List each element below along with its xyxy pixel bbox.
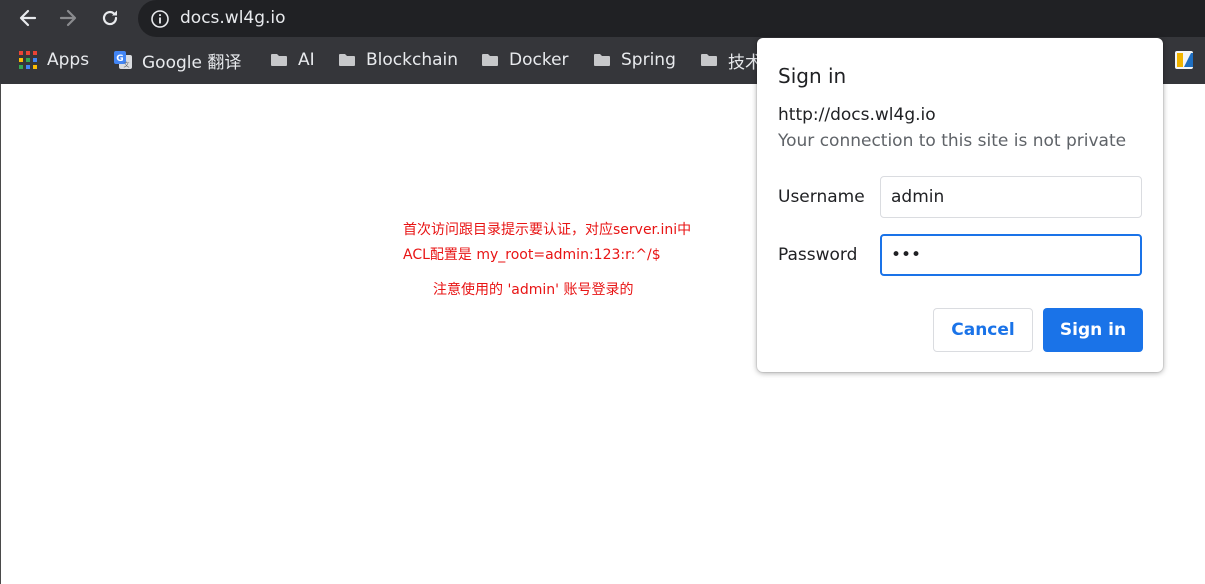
folder-icon bbox=[339, 54, 355, 66]
password-label: Password bbox=[778, 245, 858, 265]
browser-toolbar: docs.wl4g.io bbox=[0, 0, 1205, 37]
annotation-line-1: 首次访问跟目录提示要认证，对应server.ini中 bbox=[403, 222, 692, 238]
username-label: Username bbox=[778, 187, 865, 207]
forward-button[interactable] bbox=[53, 4, 83, 32]
password-value: ••• bbox=[891, 245, 922, 265]
annotation-line-2: ACL配置是 my_root=admin:123:r:^/$ bbox=[403, 247, 661, 263]
reload-icon bbox=[102, 10, 118, 26]
folder-icon bbox=[701, 54, 717, 66]
info-icon[interactable] bbox=[150, 9, 170, 29]
dialog-title: Sign in bbox=[778, 64, 847, 88]
arrow-left-icon bbox=[19, 9, 37, 27]
bookmark-label: Blockchain bbox=[366, 50, 459, 70]
folder-icon bbox=[271, 54, 287, 66]
google-translate-icon: G 文 bbox=[114, 51, 132, 69]
svg-text:文: 文 bbox=[123, 61, 129, 69]
bookmark-favicon-icon bbox=[1175, 51, 1193, 69]
sign-in-dialog: Sign in http://docs.wl4g.io Your connect… bbox=[757, 38, 1163, 372]
connection-warning: Your connection to this site is not priv… bbox=[778, 131, 1127, 151]
reload-button[interactable] bbox=[95, 4, 125, 32]
bookmark-folder-tech[interactable]: 技术 bbox=[700, 47, 762, 73]
username-input[interactable]: admin bbox=[880, 176, 1142, 218]
bookmark-google-translate[interactable]: G 文 Google 翻译 bbox=[114, 47, 241, 73]
bookmark-folder-ai[interactable]: AI bbox=[270, 47, 315, 73]
bookmark-label: Google 翻译 bbox=[142, 52, 242, 73]
arrow-right-icon bbox=[59, 9, 77, 27]
bookmark-label: AI bbox=[298, 50, 315, 70]
cancel-button[interactable]: Cancel bbox=[933, 308, 1033, 352]
dialog-origin: http://docs.wl4g.io bbox=[778, 105, 936, 125]
back-button[interactable] bbox=[13, 4, 43, 32]
annotation-line-3: 注意使用的 'admin' 账号登录的 bbox=[433, 282, 634, 298]
bookmark-apps[interactable]: Apps bbox=[19, 47, 89, 73]
address-bar[interactable]: docs.wl4g.io bbox=[138, 0, 1205, 37]
bookmark-folder-blockchain[interactable]: Blockchain bbox=[338, 47, 458, 73]
bookmark-folder-spring[interactable]: Spring bbox=[593, 47, 676, 73]
bookmark-label: Apps bbox=[47, 50, 90, 70]
folder-icon bbox=[594, 54, 610, 66]
bookmark-folder-docker[interactable]: Docker bbox=[481, 47, 569, 73]
password-input[interactable]: ••• bbox=[880, 234, 1142, 276]
username-value: admin bbox=[891, 187, 945, 207]
bookmark-label: Spring bbox=[621, 50, 676, 70]
apps-grid-icon bbox=[19, 51, 37, 69]
sign-in-button[interactable]: Sign in bbox=[1043, 308, 1143, 352]
url-text[interactable]: docs.wl4g.io bbox=[180, 8, 286, 28]
bookmark-label: Docker bbox=[509, 50, 569, 70]
folder-icon bbox=[482, 54, 498, 66]
bookmark-extra[interactable] bbox=[1175, 47, 1203, 73]
